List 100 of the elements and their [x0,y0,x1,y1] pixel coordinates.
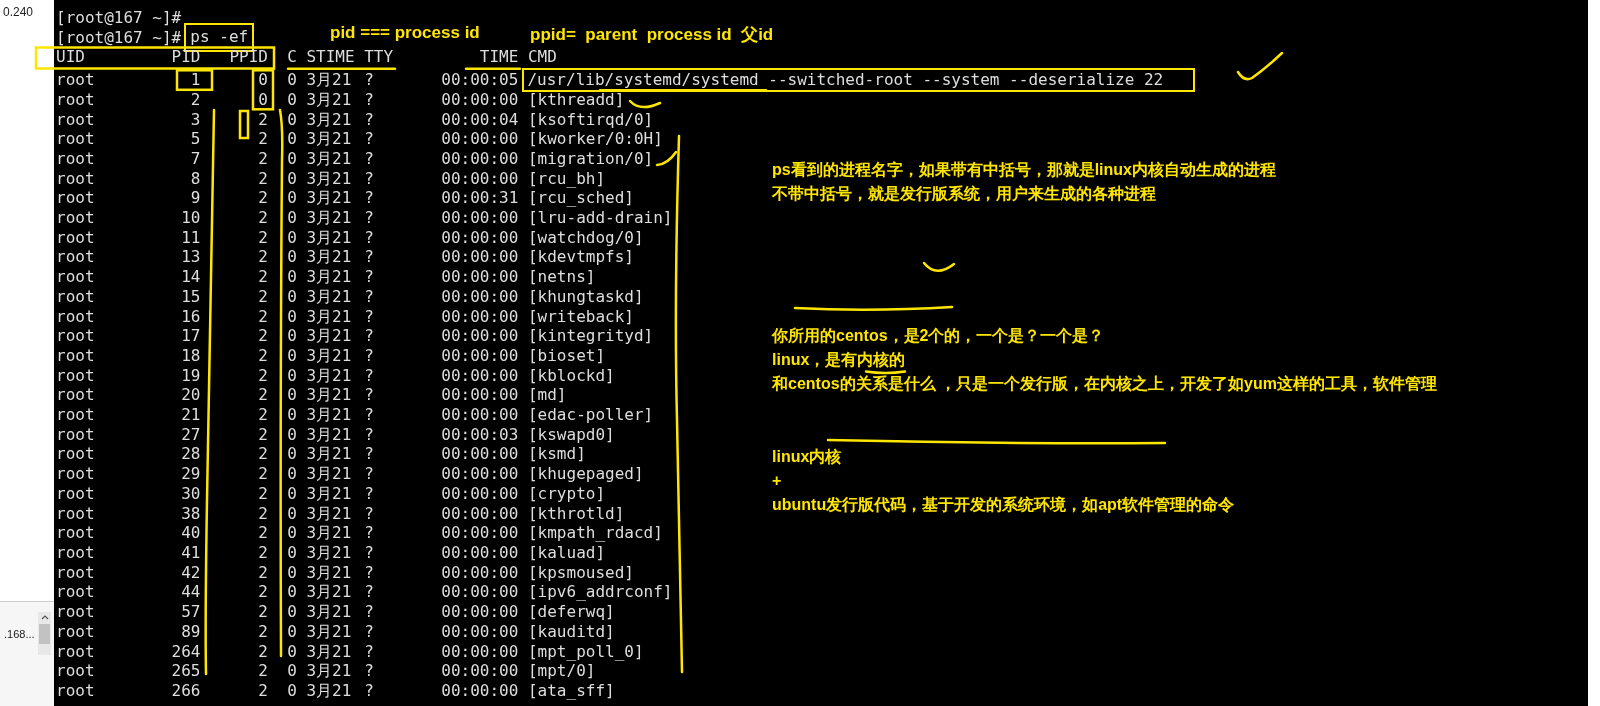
process-cell: 00:00:00 [441,385,519,406]
process-cell: 3月21 [306,464,352,484]
process-cell: 2 [258,444,268,465]
annotation-text: + [772,472,782,490]
process-cell: 00:00:00 [441,680,519,701]
annotation-text: ps看到的进程名字，如果带有中括号，那就是linux内核自动生成的进程 [772,161,1276,179]
process-cell: 3月21 [306,582,352,603]
process-cell: 0 [258,89,268,110]
process-cell: root [56,523,95,543]
process-cell: ? [364,89,374,110]
process-cell: 2 [258,267,268,287]
process-cell: ? [364,345,374,366]
process-cell: ? [364,227,374,248]
process-cell: 3月21 [306,148,352,169]
process-cell: 0 [287,129,297,149]
process-cell: 0 [287,208,297,228]
process-cell: 0 [287,424,297,445]
process-cell: ? [364,680,374,701]
process-cell: 19 [181,365,201,386]
scrollbar[interactable] [38,612,51,655]
process-cell: ? [364,523,374,543]
hook-stroke [655,150,678,167]
process-cell: ? [364,385,374,406]
process-cell: 3月21 [306,286,352,307]
process-cell: 2 [258,227,268,248]
process-cell: 2 [258,405,268,425]
process-cell: 2 [258,680,268,701]
process-cell: [mpt/0] [527,661,596,681]
process-cell: root [56,188,95,209]
process-cell: 2 [258,503,268,524]
process-cell: 42 [181,562,201,583]
process-cell: [rcu_bh] [527,168,606,189]
process-cell: ? [364,129,374,149]
process-cell: 3月21 [306,562,352,583]
process-cell: root [56,247,95,268]
process-cell: 3月21 [306,188,352,209]
process-cell: 00:00:00 [441,129,519,149]
process-cell: root [56,680,95,701]
process-cell: ? [364,602,374,622]
process-cell: ? [364,661,374,681]
annotation-text: linux内核 [772,448,842,466]
process-cell: 0 [287,543,297,563]
process-cell: 266 [171,680,201,701]
process-cell: 3月21 [306,227,352,248]
process-cell: root [56,602,95,622]
process-cell: 2 [258,148,268,169]
process-cell: 0 [287,523,297,543]
process-cell: 00:00:00 [441,661,519,681]
process-cell: 0 [287,109,297,130]
process-cell: ? [364,365,374,386]
process-cell: ? [364,70,374,90]
process-cell: 17 [181,326,201,346]
caret-icon[interactable] [40,615,49,620]
process-cell: [kdevtmpfs] [527,247,634,268]
process-cell: 1 [190,70,201,90]
shell-prompt: [root@167 ~]# [56,8,182,28]
process-cell: root [56,326,95,346]
process-cell: 2 [258,247,268,268]
process-cell: ? [364,148,374,169]
process-cell: 3月21 [306,109,352,130]
process-cell: 2 [258,129,268,149]
process-cell: 2 [258,326,268,346]
process-cell: ? [364,424,374,445]
process-cell: 3月21 [306,621,352,642]
column-header: C [287,47,297,68]
process-cell: root [56,306,95,327]
process-cell: 3月21 [306,483,352,504]
annotation-text: 你所用的centos，是2个的，一个是？一个是？ [772,327,1105,345]
process-cell: 00:00:05 [441,70,519,90]
annotation-text: linux，是有内核的 [772,351,906,369]
process-cell: 10 [181,208,201,228]
process-cell: 0 [287,267,297,287]
process-cell: 2 [258,385,268,406]
process-cell: [mpt_poll_0] [527,641,644,662]
process-cell: 0 [287,661,297,681]
process-cell: [kintegrityd] [527,326,654,346]
process-cell: ? [364,464,374,484]
process-cell: 0 [287,227,297,248]
process-cell: root [56,70,95,90]
process-cell: 9 [190,188,201,209]
process-cell: root [56,562,95,583]
scrollbar-thumb[interactable] [39,624,50,644]
process-cell: 00:00:00 [441,168,519,189]
process-cell: root [56,543,95,563]
annotation-text: ubuntu发行版代码，基于开发的系统环境，如apt软件管理的命令 [772,496,1235,514]
process-cell: 0 [258,70,268,90]
process-cell: 2 [258,208,268,228]
process-cell: 00:00:00 [441,267,519,287]
process-cell: 3月21 [306,680,352,701]
process-cell: 00:00:00 [441,148,519,169]
process-cell: 2 [258,168,268,189]
process-cell: 44 [181,582,201,603]
process-cell: 0 [287,168,297,189]
process-cell: ? [364,168,374,189]
process-cell: 0 [287,464,297,484]
process-cell: 3月21 [306,385,352,406]
process-cell: [kthrotld] [527,503,625,524]
list-item[interactable]: .168... [4,628,35,640]
process-cell: 0 [287,680,297,701]
process-cell: root [56,109,95,130]
